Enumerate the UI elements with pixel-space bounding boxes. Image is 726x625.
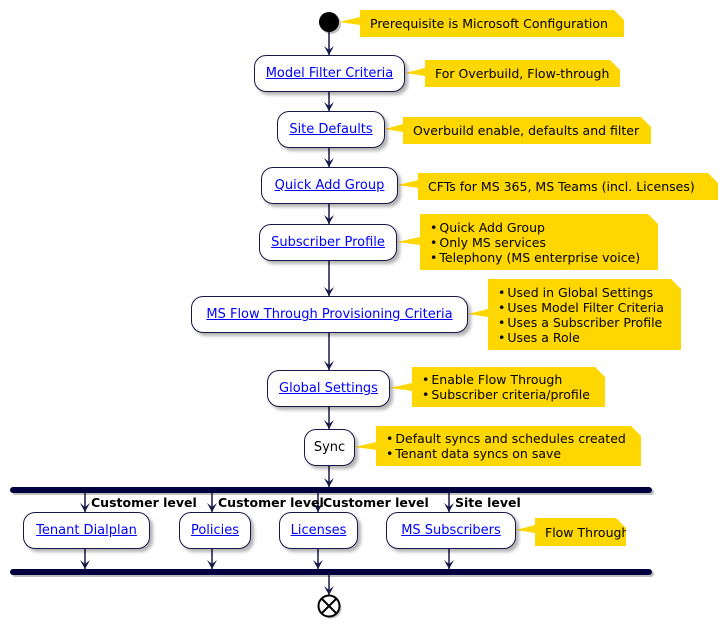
note-bullet: Tenant data syncs on save (386, 446, 631, 461)
tenant-dialplan-link[interactable]: Tenant Dialplan (36, 523, 137, 538)
quick-add-group-link[interactable]: Quick Add Group (275, 178, 385, 193)
note-text: Flow Through (545, 524, 630, 540)
branch-label: Customer level (91, 495, 197, 510)
note-bullet: Uses Model Filter Criteria (498, 300, 671, 315)
note-text: Prerequisite is Microsoft Configuration (370, 16, 608, 31)
note-bullet: Used in Global Settings (498, 285, 671, 300)
activity-policies: Policies (179, 512, 251, 549)
note-subscriber-profile: Quick Add Group Only MS services Telepho… (420, 214, 658, 270)
branch-label: Customer level (218, 495, 324, 510)
subscriber-profile-link[interactable]: Subscriber Profile (271, 235, 385, 250)
note-text: Overbuild enable, defaults and filter (413, 123, 640, 138)
note-pointer (398, 180, 418, 188)
start-node-icon (319, 12, 339, 32)
note-ms-subscribers: Flow Through (535, 518, 626, 546)
note-ms-flow: Used in Global Settings Uses Model Filte… (488, 279, 681, 350)
note-bullet: Default syncs and schedules created (386, 431, 631, 446)
activity-tenant-dialplan: Tenant Dialplan (23, 512, 150, 549)
note-bullet: Uses a Subscriber Profile (498, 315, 671, 330)
activity-quick-add-group: Quick Add Group (261, 167, 398, 204)
activity-global-settings: Global Settings (267, 370, 390, 407)
note-bullet: Subscriber criteria/profile (422, 387, 595, 402)
site-defaults-link[interactable]: Site Defaults (289, 122, 372, 137)
note-text: CFTs for MS 365, MS Teams (incl. License… (428, 179, 695, 194)
model-filter-criteria-link[interactable]: Model Filter Criteria (266, 66, 394, 81)
note-bullet: Only MS services (430, 235, 648, 250)
activity-subscriber-profile: Subscriber Profile (259, 224, 397, 261)
note-site-defaults: Overbuild enable, defaults and filter (403, 117, 651, 144)
note-bullet: Uses a Role (498, 330, 671, 345)
note-global-settings: Enable Flow Through Subscriber criteria/… (412, 367, 605, 407)
note-pointer (516, 525, 535, 533)
note-text: For Overbuild, Flow-through (435, 66, 610, 81)
sync-label: Sync (313, 440, 346, 455)
note-pointer (355, 442, 376, 450)
activity-model-filter-criteria: Model Filter Criteria (254, 55, 405, 92)
activity-licenses: Licenses (279, 512, 358, 549)
activity-sync: Sync (304, 429, 355, 466)
ms-subscribers-link[interactable]: MS Subscribers (401, 523, 501, 538)
activity-diagram: Model Filter Criteria Site Defaults Quic… (0, 0, 726, 625)
fork-bar (10, 487, 652, 493)
note-pointer (339, 17, 360, 25)
activity-ms-flow-through: MS Flow Through Provisioning Criteria (191, 296, 468, 333)
branch-label: Site level (455, 495, 521, 510)
global-settings-link[interactable]: Global Settings (279, 381, 378, 396)
note-pointer (468, 309, 488, 317)
note-bullet: Quick Add Group (430, 220, 648, 235)
note-bullet: Telephony (MS enterprise voice) (430, 250, 648, 265)
note-bullet: Enable Flow Through (422, 372, 595, 387)
licenses-link[interactable]: Licenses (291, 523, 347, 538)
activity-site-defaults: Site Defaults (277, 111, 385, 148)
note-model-filter: For Overbuild, Flow-through (425, 60, 620, 87)
policies-link[interactable]: Policies (191, 523, 239, 538)
note-start: Prerequisite is Microsoft Configuration (360, 10, 624, 37)
branch-label: Customer level (323, 495, 429, 510)
note-pointer (405, 68, 425, 76)
note-sync: Default syncs and schedules created Tena… (376, 426, 641, 466)
note-pointer (385, 124, 403, 132)
note-pointer (390, 383, 412, 391)
activity-ms-subscribers: MS Subscribers (386, 512, 516, 549)
note-pointer (397, 237, 420, 245)
ms-flow-through-link[interactable]: MS Flow Through Provisioning Criteria (206, 307, 452, 322)
note-quick-add: CFTs for MS 365, MS Teams (incl. License… (418, 173, 718, 200)
join-bar (10, 569, 652, 575)
